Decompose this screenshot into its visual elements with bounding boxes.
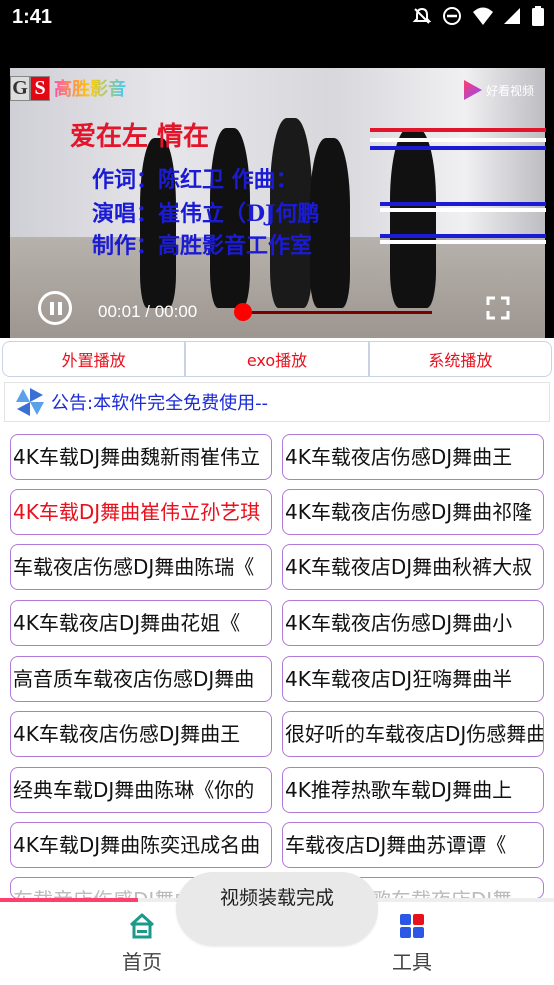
lyric-stripe: [380, 234, 546, 238]
time-display: 00:01 / 00:00: [98, 302, 198, 321]
song-title: 4K车载DJ舞曲陈奕迅成名曲: [13, 833, 261, 857]
nav-tools-label: 工具: [392, 950, 432, 974]
song-card[interactable]: 4K车载夜店DJ舞曲秋裤大叔: [282, 544, 544, 590]
song-title: 很好听的车载夜店DJ伤感舞曲: [285, 722, 544, 746]
nav-home-label: 首页: [122, 950, 162, 974]
fullscreen-icon[interactable]: [486, 296, 510, 320]
song-title: 4K车载夜店伤感DJ舞曲王: [13, 722, 241, 746]
song-card-active[interactable]: 4K车载DJ舞曲崔伟立孙艺琪: [10, 489, 272, 535]
song-card[interactable]: 4K推荐热歌车载DJ舞曲上: [282, 767, 544, 813]
tab-system-player[interactable]: 系统播放: [368, 341, 552, 377]
title-stripe: [370, 128, 546, 132]
pinwheel-icon: [15, 387, 45, 417]
video-controls: 00:01 / 00:00: [0, 288, 554, 336]
brand-logo: G S 高胜影音: [10, 74, 130, 102]
title-stripe: [370, 146, 546, 150]
notice-bar: 公告:本软件完全免费使用--: [4, 382, 550, 422]
song-title: 车载夜店伤感DJ舞曲陈瑞《: [13, 555, 255, 579]
lyric-lyricist: 作词：陈红卫 作曲：: [92, 167, 298, 193]
lyric-stripe: [380, 202, 546, 206]
tab-external-player[interactable]: 外置播放: [2, 341, 186, 377]
title-stripe: [370, 138, 546, 142]
pause-button[interactable]: [38, 291, 72, 325]
lyric-stripe: [380, 208, 546, 212]
song-title: 4K车载夜店伤感DJ舞曲祁隆: [285, 500, 533, 524]
song-title: 4K车载夜店DJ舞曲花姐《: [13, 611, 241, 635]
seek-thumb[interactable]: [234, 303, 252, 321]
brand-letter-s: S: [30, 75, 50, 101]
song-card[interactable]: 4K车载夜店伤感DJ舞曲王: [10, 711, 272, 757]
brand-letter-g: G: [10, 75, 30, 101]
battery-icon: [532, 6, 544, 26]
status-icons: [412, 6, 544, 26]
lyric-stripe: [380, 240, 546, 244]
brand-name: 高胜影音: [54, 75, 126, 101]
song-title: 4K车载夜店伤感DJ舞曲小: [285, 611, 513, 635]
seek-bar[interactable]: [244, 311, 432, 314]
song-card[interactable]: 经典车载DJ舞曲陈琳《你的: [10, 767, 272, 813]
lyric-producer: 制作：高胜影音工作室: [92, 233, 313, 259]
song-card[interactable]: 4K车载夜店DJ舞曲花姐《: [10, 600, 272, 646]
home-icon: [128, 912, 156, 940]
song-card[interactable]: 车载夜店伤感DJ舞曲陈瑞《: [10, 544, 272, 590]
status-bar: 1:41: [0, 0, 554, 36]
toast-message: 视频装载完成: [176, 872, 378, 946]
status-time: 1:41: [12, 6, 53, 28]
dancer-figure: [390, 128, 436, 308]
song-card[interactable]: 很好听的车载夜店DJ伤感舞曲: [282, 711, 544, 757]
tab-exo-player[interactable]: exo播放: [185, 341, 369, 377]
tools-icon: [398, 912, 426, 940]
toast-text: 视频装载完成: [219, 886, 334, 909]
song-title: 高音质车载夜店伤感DJ舞曲: [13, 667, 255, 691]
song-title: 经典车载DJ舞曲陈琳《你的: [13, 778, 255, 802]
song-card[interactable]: 4K车载夜店伤感DJ舞曲王: [282, 434, 544, 480]
haokan-video-logo: 好看视频: [463, 80, 534, 100]
notifications-off-icon: [412, 6, 432, 26]
song-title: 车载夜店DJ舞曲苏谭谭《: [285, 833, 507, 857]
player-tabs: 外置播放 exo播放 系统播放: [2, 341, 552, 377]
song-title: 4K车载夜店伤感DJ舞曲王: [285, 445, 513, 469]
song-card[interactable]: 4K车载夜店DJ狂嗨舞曲半: [282, 656, 544, 702]
song-card[interactable]: 4K车载DJ舞曲陈奕迅成名曲: [10, 822, 272, 868]
song-title: 4K车载夜店DJ舞曲秋裤大叔: [285, 555, 533, 579]
song-title: 4K推荐热歌车载DJ舞曲上: [285, 778, 513, 802]
lyric-singer: 演唱：崔伟立（DJ何鹏: [92, 201, 320, 227]
signal-icon: [502, 6, 522, 26]
haokan-label: 好看视频: [485, 83, 534, 98]
song-card[interactable]: 高音质车载夜店伤感DJ舞曲: [10, 656, 272, 702]
lyric-title: 爱在左 情在: [70, 122, 210, 152]
notice-text: 公告:本软件完全免费使用--: [51, 393, 269, 414]
song-card[interactable]: 4K车载夜店伤感DJ舞曲小: [282, 600, 544, 646]
song-card[interactable]: 4K车载夜店伤感DJ舞曲祁隆: [282, 489, 544, 535]
wifi-icon: [472, 6, 493, 26]
song-card[interactable]: 4K车载DJ舞曲魏新雨崔伟立: [10, 434, 272, 480]
do-not-disturb-icon: [442, 6, 462, 26]
video-player[interactable]: G S 高胜影音 好看视频 爱在左 情在 作词：陈红卫 作曲： 演唱：崔伟立（D…: [0, 36, 554, 338]
play-triangle-icon: [463, 80, 482, 100]
song-title: 4K车载DJ舞曲魏新雨崔伟立: [13, 445, 261, 469]
song-card[interactable]: 车载夜店DJ舞曲苏谭谭《: [282, 822, 544, 868]
song-title: 4K车载DJ舞曲崔伟立孙艺琪: [13, 500, 261, 524]
song-title: 4K车载夜店DJ狂嗨舞曲半: [285, 667, 513, 691]
